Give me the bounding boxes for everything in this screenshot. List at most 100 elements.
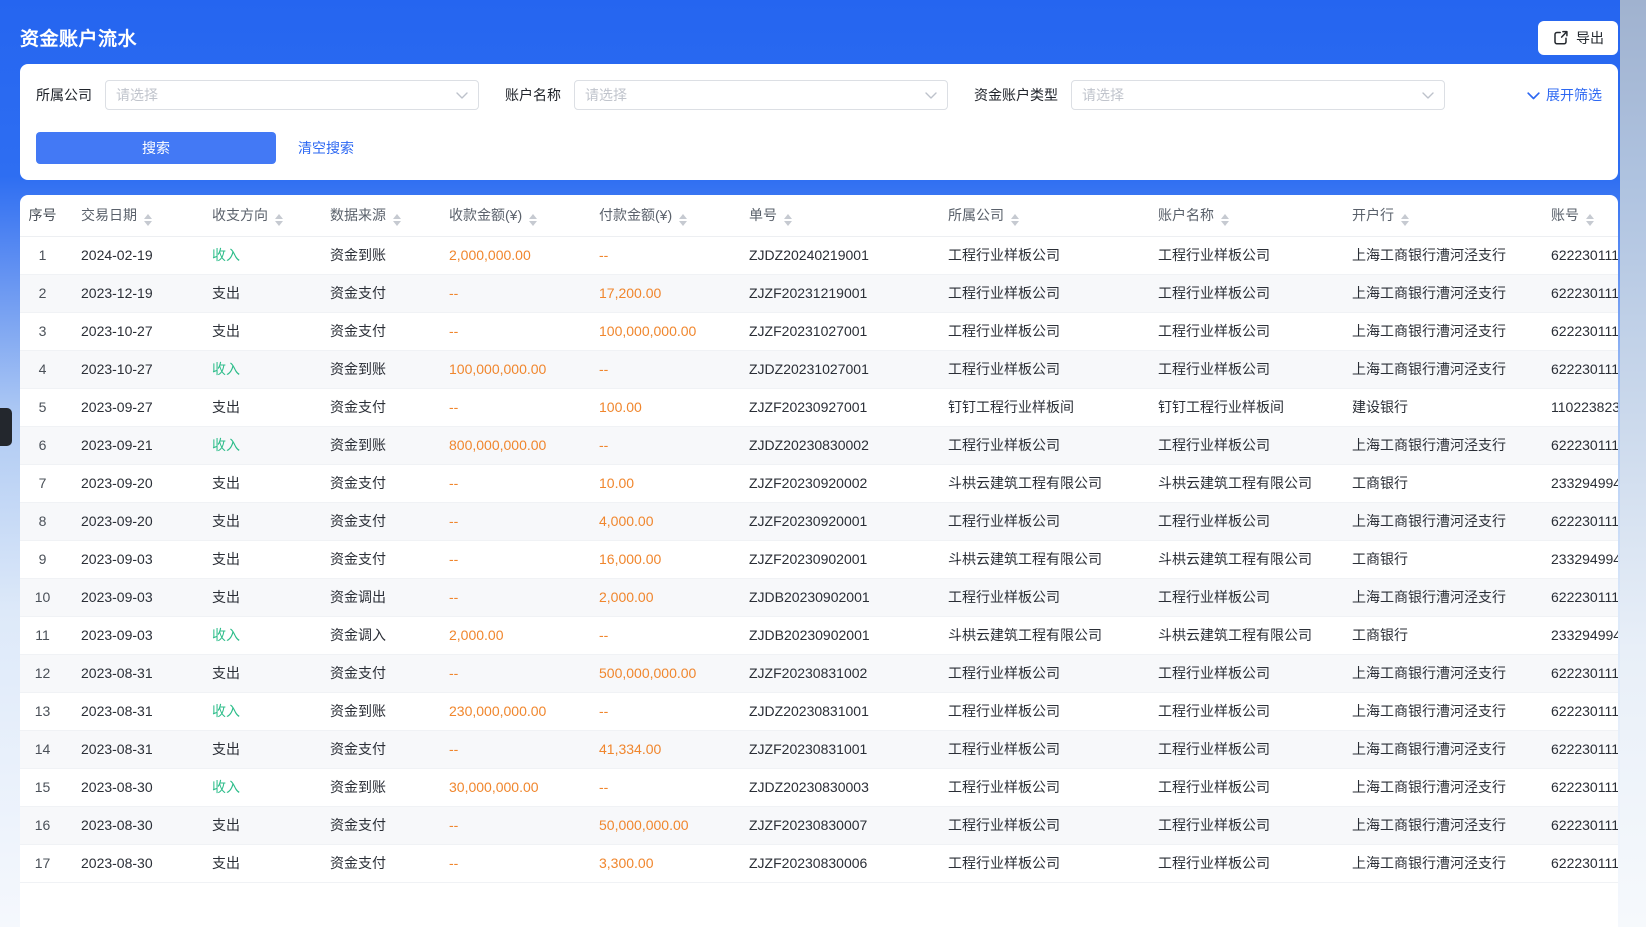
cell-source: 资金到账 <box>314 350 433 388</box>
cell-account_name: 工程行业样板公司 <box>1142 730 1336 768</box>
chevron-down-icon <box>1422 86 1434 104</box>
sort-icon <box>1011 214 1019 226</box>
table-row: 132023-08-31收入资金到账230,000,000.00--ZJDZ20… <box>20 692 1618 730</box>
cell-account_no: 622230111 <box>1535 654 1618 692</box>
collapsed-side-tab[interactable] <box>0 408 12 446</box>
export-button-label: 导出 <box>1576 28 1604 48</box>
cell-direction: 支出 <box>196 312 314 350</box>
cell-direction: 支出 <box>196 654 314 692</box>
cell-expense: -- <box>583 236 733 274</box>
cell-account_name: 工程行业样板公司 <box>1142 692 1336 730</box>
clear-search-link[interactable]: 清空搜索 <box>298 138 354 158</box>
cell-bank: 上海工商银行漕河泾支行 <box>1336 730 1535 768</box>
cell-direction: 支出 <box>196 464 314 502</box>
column-header-direction[interactable]: 收支方向 <box>196 195 314 236</box>
cell-direction: 支出 <box>196 806 314 844</box>
cell-order_no: ZJZF20230831002 <box>733 654 932 692</box>
cell-expense: 41,334.00 <box>583 730 733 768</box>
column-header-account_no[interactable]: 账号 <box>1535 195 1618 236</box>
column-header-source[interactable]: 数据来源 <box>314 195 433 236</box>
cell-account_no: 233294994 <box>1535 616 1618 654</box>
cell-date: 2023-08-31 <box>65 654 196 692</box>
cell-account_name: 工程行业样板公司 <box>1142 350 1336 388</box>
cell-direction: 收入 <box>196 616 314 654</box>
cell-income: -- <box>433 312 583 350</box>
column-header-bank[interactable]: 开户行 <box>1336 195 1535 236</box>
column-label: 数据来源 <box>330 207 386 223</box>
cell-income: 100,000,000.00 <box>433 350 583 388</box>
cell-direction: 支出 <box>196 844 314 882</box>
cell-account_no: 622230111 <box>1535 426 1618 464</box>
cell-order_no: ZJDZ20230830002 <box>733 426 932 464</box>
cell-expense: 17,200.00 <box>583 274 733 312</box>
cell-bank: 工商银行 <box>1336 540 1535 578</box>
column-header-company[interactable]: 所属公司 <box>932 195 1142 236</box>
page-title: 资金账户流水 <box>20 24 137 51</box>
cell-order_no: ZJZF20231219001 <box>733 274 932 312</box>
cell-bank: 上海工商银行漕河泾支行 <box>1336 654 1535 692</box>
cell-bank: 工商银行 <box>1336 464 1535 502</box>
cell-company: 工程行业样板公司 <box>932 692 1142 730</box>
table-row: 52023-09-27支出资金支付--100.00ZJZF20230927001… <box>20 388 1618 426</box>
cell-date: 2023-08-31 <box>65 692 196 730</box>
column-header-date[interactable]: 交易日期 <box>65 195 196 236</box>
cell-expense: -- <box>583 692 733 730</box>
cell-source: 资金支付 <box>314 844 433 882</box>
cell-income: 2,000,000.00 <box>433 236 583 274</box>
column-label: 收款金额(¥) <box>449 207 522 223</box>
chevron-down-icon <box>1527 87 1540 103</box>
cell-date: 2023-09-03 <box>65 540 196 578</box>
cell-company: 工程行业样板公司 <box>932 654 1142 692</box>
cell-income: -- <box>433 502 583 540</box>
cell-account_name: 工程行业样板公司 <box>1142 502 1336 540</box>
column-header-income[interactable]: 收款金额(¥) <box>433 195 583 236</box>
cell-company: 斗栱云建筑工程有限公司 <box>932 616 1142 654</box>
cell-source: 资金到账 <box>314 426 433 464</box>
column-header-account_name[interactable]: 账户名称 <box>1142 195 1336 236</box>
expand-filters-link[interactable]: 展开筛选 <box>1527 85 1602 105</box>
expand-filters-label: 展开筛选 <box>1546 85 1602 105</box>
cell-account_no: 622230111 <box>1535 274 1618 312</box>
cell-order_no: ZJDB20230902001 <box>733 578 932 616</box>
column-label: 开户行 <box>1352 207 1394 223</box>
cell-account_no: 622230111 <box>1535 692 1618 730</box>
cell-no: 12 <box>20 654 65 692</box>
cell-source: 资金支付 <box>314 540 433 578</box>
page-scrollbar-gutter[interactable] <box>1620 0 1646 927</box>
export-button[interactable]: 导出 <box>1538 21 1618 55</box>
cell-date: 2023-12-19 <box>65 274 196 312</box>
filter-panel: 所属公司 请选择 账户名称 请选择 资金账户类型 请选择 <box>20 64 1618 180</box>
cell-income: -- <box>433 578 583 616</box>
cell-date: 2023-10-27 <box>65 350 196 388</box>
column-label: 序号 <box>29 207 57 223</box>
column-header-expense[interactable]: 付款金额(¥) <box>583 195 733 236</box>
cell-company: 工程行业样板公司 <box>932 806 1142 844</box>
search-button[interactable]: 搜索 <box>36 132 276 164</box>
table-row: 12024-02-19收入资金到账2,000,000.00--ZJDZ20240… <box>20 236 1618 274</box>
chevron-down-icon <box>456 86 468 104</box>
cell-account_no: 233294994 <box>1535 464 1618 502</box>
cell-account_no: 622230111 <box>1535 350 1618 388</box>
chevron-down-icon <box>925 86 937 104</box>
cell-date: 2023-09-21 <box>65 426 196 464</box>
cell-no: 6 <box>20 426 65 464</box>
company-select-placeholder: 请选择 <box>116 85 456 105</box>
cell-source: 资金到账 <box>314 236 433 274</box>
table-row: 32023-10-27支出资金支付--100,000,000.00ZJZF202… <box>20 312 1618 350</box>
cell-account_no: 622230111 <box>1535 730 1618 768</box>
cell-bank: 上海工商银行漕河泾支行 <box>1336 806 1535 844</box>
cell-order_no: ZJZF20231027001 <box>733 312 932 350</box>
cell-income: 800,000,000.00 <box>433 426 583 464</box>
table-row: 112023-09-03收入资金调入2,000.00--ZJDB20230902… <box>20 616 1618 654</box>
cell-expense: 500,000,000.00 <box>583 654 733 692</box>
cell-date: 2023-09-20 <box>65 464 196 502</box>
account-name-select[interactable]: 请选择 <box>574 80 948 110</box>
cell-source: 资金支付 <box>314 464 433 502</box>
column-header-order_no[interactable]: 单号 <box>733 195 932 236</box>
cell-no: 10 <box>20 578 65 616</box>
cell-no: 9 <box>20 540 65 578</box>
cell-source: 资金支付 <box>314 654 433 692</box>
company-select[interactable]: 请选择 <box>105 80 479 110</box>
fund-account-type-select[interactable]: 请选择 <box>1071 80 1445 110</box>
cell-company: 工程行业样板公司 <box>932 274 1142 312</box>
